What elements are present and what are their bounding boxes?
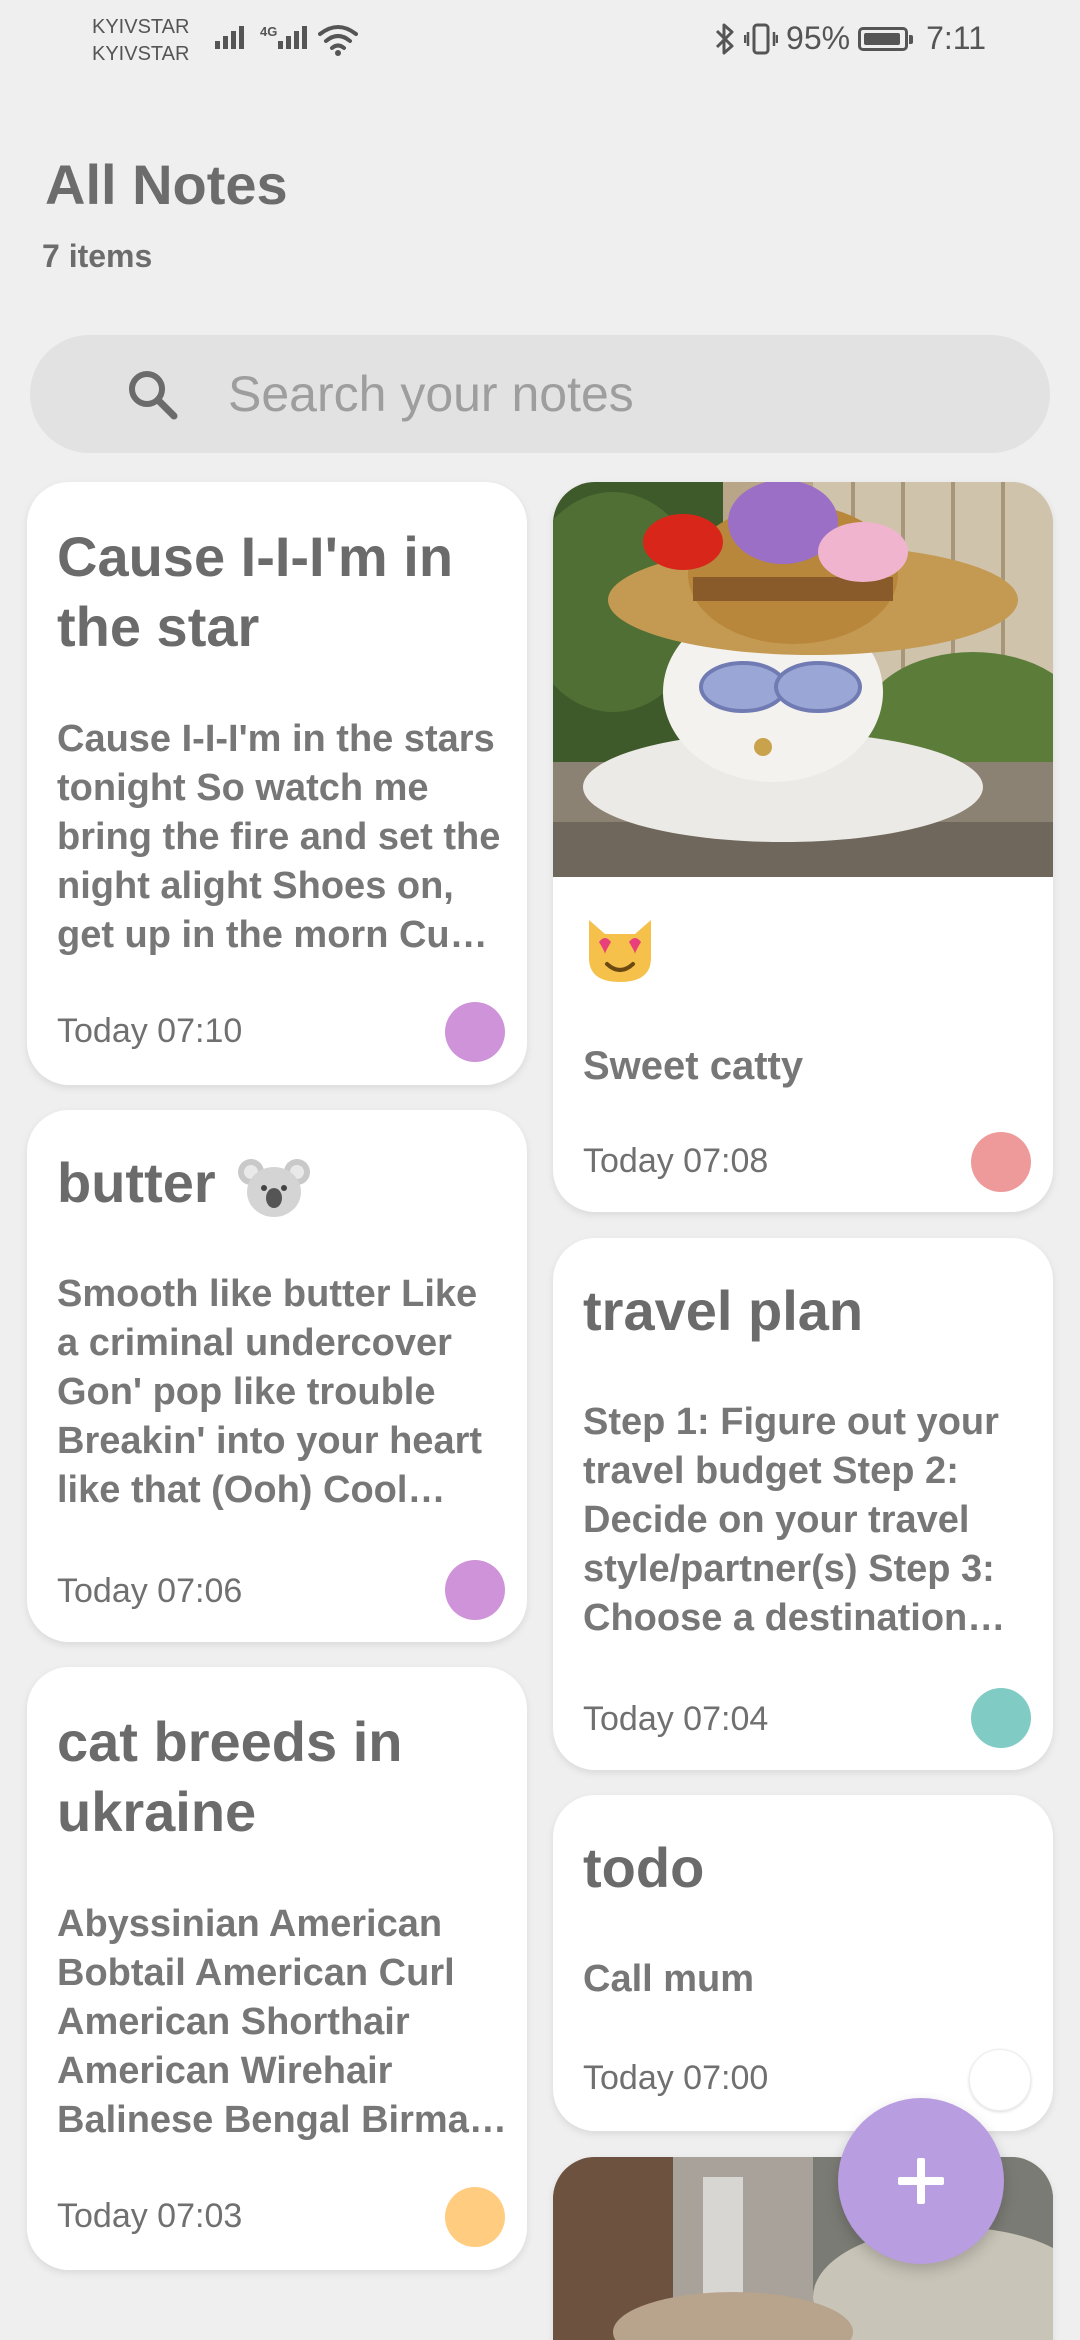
note-title: butter: [57, 1148, 517, 1220]
network-type-label: 4G: [260, 24, 278, 39]
note-color-dot: [445, 2187, 505, 2247]
battery-fill: [864, 32, 901, 45]
note-title: Cause I-I-I'm in the star: [57, 525, 454, 658]
koala-icon: [238, 1159, 311, 1218]
note-color-dot: [971, 1132, 1031, 1192]
page-title: All Notes: [45, 153, 288, 216]
note-date: Today 07:06: [57, 1572, 243, 1610]
search-input[interactable]: [228, 361, 1008, 427]
note-preview: Step 1: Figure out your travel budget St…: [583, 1401, 999, 1639]
note-preview: Call mum: [583, 1958, 755, 2000]
add-note-button[interactable]: [838, 2098, 1004, 2264]
note-title: travel plan: [583, 1279, 864, 1342]
status-bar: KYIVSTAR KYIVSTAR 4G 95% 7:11: [0, 0, 1080, 84]
note-date: Today 07:00: [583, 2059, 769, 2097]
note-card[interactable]: todo Call mum Today 07:00: [553, 1795, 1053, 2131]
signal-strength-2-icon: [278, 26, 307, 49]
smiling-cat-heart-eyes-icon: [589, 920, 651, 982]
note-preview: Abyssinian American Bobtail American Cur…: [57, 1903, 493, 2141]
item-count: 7 items: [42, 238, 153, 274]
note-title: cat breeds in ukraine: [57, 1710, 403, 1843]
battery-percent: 95%: [786, 20, 851, 56]
note-title: todo: [583, 1836, 705, 1899]
status-right: 95% 7:11: [714, 20, 986, 57]
note-card[interactable]: travel plan Step 1: Figure out your trav…: [553, 1238, 1053, 1770]
clock: 7:11: [926, 20, 986, 56]
note-color-dot: [969, 2049, 1031, 2111]
bluetooth-icon: [715, 23, 734, 54]
search-icon: [129, 371, 178, 420]
note-card[interactable]: cat breeds in ukraine Abyssinian America…: [27, 1667, 527, 2270]
carrier-2: KYIVSTAR: [92, 43, 190, 65]
note-card[interactable]: Cause I-I-I'm in the star Cause I-I-I'm …: [27, 482, 527, 1085]
battery-icon: [858, 26, 914, 51]
vibrate-icon: [744, 23, 779, 54]
carrier-labels: KYIVSTAR KYIVSTAR: [92, 14, 189, 68]
plus-icon: [898, 2158, 944, 2204]
signal-strength-icon: [215, 26, 244, 49]
search-bar[interactable]: [30, 335, 1050, 453]
cat-photo: [553, 482, 1053, 877]
note-color-dot: [971, 1688, 1031, 1748]
note-card[interactable]: Sweet catty Today 07:08: [553, 482, 1053, 1212]
note-color-dot: [445, 1002, 505, 1062]
note-preview: Smooth like butter Like a criminal under…: [57, 1273, 483, 1511]
note-color-dot: [445, 1560, 505, 1620]
note-date: Today 07:10: [57, 1012, 243, 1050]
note-date: Today 07:03: [57, 2197, 243, 2235]
note-title-text: butter: [57, 1151, 216, 1214]
wifi-icon: [318, 25, 358, 56]
carrier-1: KYIVSTAR: [92, 16, 190, 38]
note-card[interactable]: butter Smooth like butter Like a crimina…: [27, 1110, 527, 1642]
note-preview: Sweet catty: [583, 1044, 804, 1088]
note-date: Today 07:04: [583, 1700, 769, 1738]
note-preview: Cause I-I-I'm in the stars tonight So wa…: [57, 718, 501, 956]
note-date: Today 07:08: [583, 1142, 769, 1180]
